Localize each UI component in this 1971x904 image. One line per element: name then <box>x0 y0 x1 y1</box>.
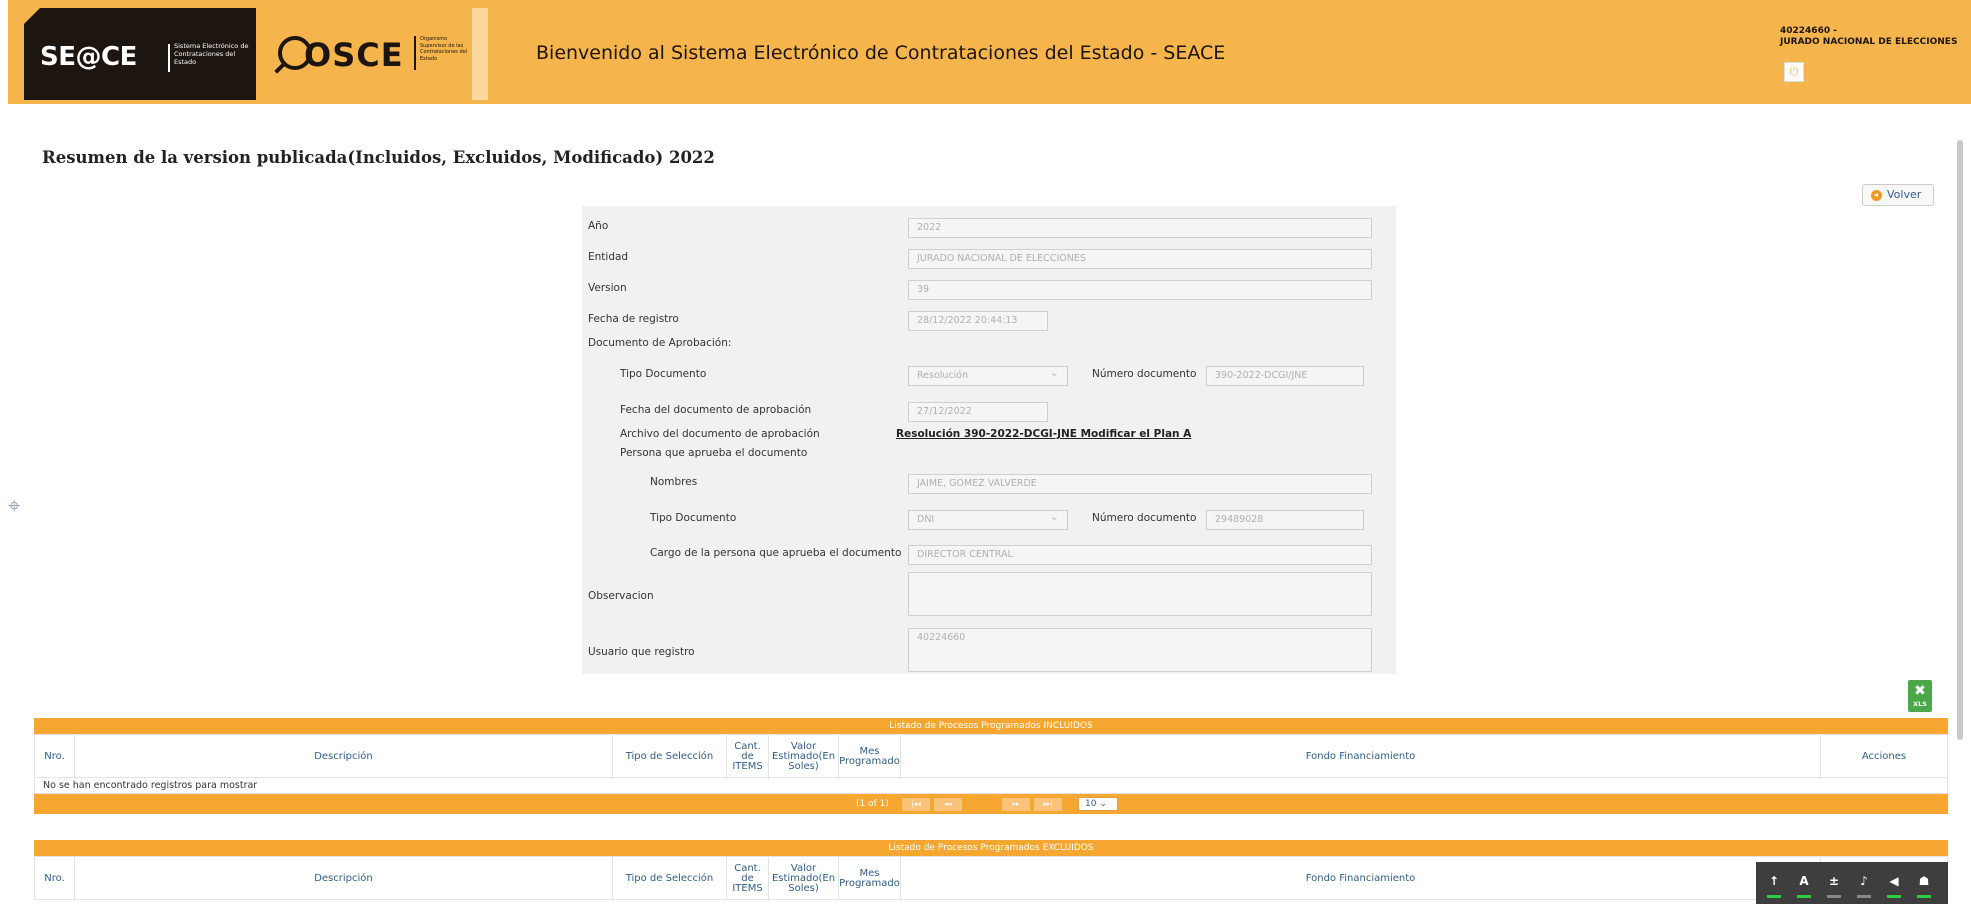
tipo-doc-label: Tipo Documento <box>620 368 707 380</box>
first-page-button[interactable]: |◂◂ <box>902 798 930 811</box>
prev-page-button[interactable]: ◂◂ <box>934 798 962 811</box>
fecha-registro-field[interactable]: 28/12/2022 20:44:13 <box>908 311 1048 331</box>
num-doc-label: Número documento <box>1092 368 1197 380</box>
text-size-down-glyph: ± <box>1828 874 1840 888</box>
col-fondo[interactable]: Fondo Financiamiento <box>901 857 1821 901</box>
usuario-label: Usuario que registro <box>588 646 695 658</box>
side-scroll-indicator: ⌖ <box>8 494 21 519</box>
incluidos-table: Listado de Procesos Programados INCLUIDO… <box>34 718 1948 814</box>
persona-num-doc-field[interactable]: 29489028 <box>1206 510 1364 530</box>
version-field[interactable]: 39 <box>908 280 1372 300</box>
rows-per-page-value: 10 <box>1085 799 1097 809</box>
version-label: Version <box>588 282 627 294</box>
xls-label: XLS <box>1913 700 1927 708</box>
col-descripcion[interactable]: Descripción <box>75 735 613 779</box>
seace-subtitle: Sistema Electrónico de Contrataciones de… <box>174 42 249 66</box>
fecha-registro-label: Fecha de registro <box>588 313 679 325</box>
col-valor-estimado[interactable]: Valor Estimado(En Soles) <box>769 857 839 901</box>
cargo-label: Cargo de la persona que aprueba el docum… <box>650 547 902 559</box>
persona-num-doc-label: Número documento <box>1092 512 1197 524</box>
volver-label: Volver <box>1887 188 1922 201</box>
incluidos-caption: Listado de Procesos Programados INCLUIDO… <box>34 718 1948 734</box>
next-page-button[interactable]: ▸▸ <box>1002 798 1030 811</box>
col-descripcion[interactable]: Descripción <box>75 857 613 901</box>
anio-field[interactable]: 2022 <box>908 218 1372 238</box>
vertical-scrollbar[interactable] <box>1957 140 1963 740</box>
col-tipo-seleccion[interactable]: Tipo de Selección <box>613 735 727 779</box>
observacion-textarea[interactable] <box>908 572 1372 616</box>
persona-tipo-doc-label: Tipo Documento <box>650 512 737 524</box>
col-tipo-seleccion[interactable]: Tipo de Selección <box>613 857 727 901</box>
entidad-label: Entidad <box>588 251 629 263</box>
osce-brand: OSCE <box>304 36 404 74</box>
archivo-link[interactable]: Resolución 390-2022-DCGI-JNE Modificar e… <box>896 428 1191 440</box>
col-cant-items[interactable]: Cant. de ITEMS <box>727 735 769 779</box>
page-info: (1 of 1) <box>856 799 889 809</box>
incluidos-paginator: (1 of 1) |◂◂ ◂◂ ▸▸ ▸▸| 10 ⌄ <box>34 794 1948 814</box>
num-doc-field[interactable]: 390-2022-DCGI/JNE <box>1206 366 1364 386</box>
seace-logo[interactable]: SE@CE Sistema Electrónico de Contratacio… <box>24 8 256 100</box>
col-nro[interactable]: Nro. <box>35 735 75 779</box>
user-info: 40224660 - JURADO NACIONAL DE ELECCIONES <box>1780 26 1957 48</box>
col-nro[interactable]: Nro. <box>35 857 75 901</box>
osce-logo[interactable]: OSCE Organismo Supervisor de las Contrat… <box>256 8 488 100</box>
last-page-button[interactable]: ▸▸| <box>1034 798 1062 811</box>
tipo-doc-select[interactable]: Resolución <box>908 366 1068 386</box>
excluidos-caption: Listado de Procesos Programados EXCLUIDO… <box>34 840 1948 856</box>
empty-message: No se han encontrado registros para most… <box>34 778 1948 794</box>
user-id: 40224660 - <box>1780 26 1837 36</box>
col-acciones[interactable]: Acciones <box>1821 735 1947 779</box>
speaker-icon[interactable]: ◀ <box>1882 868 1906 898</box>
nombres-field[interactable]: JAIME, GOMEZ VALVERDE <box>908 474 1372 494</box>
col-valor-estimado[interactable]: Valor Estimado(En Soles) <box>769 735 839 779</box>
persona-label: Persona que aprueba el documento <box>620 447 808 459</box>
archivo-label: Archivo del documento de aprobación <box>620 428 820 440</box>
accessibility-toolbar: ↑ A ± ♪ ◀ ☗ <box>1756 862 1948 904</box>
fecha-doc-field[interactable]: 27/12/2022 <box>908 402 1048 422</box>
incluidos-header-row: Nro. Descripción Tipo de Selección Cant.… <box>34 734 1948 779</box>
excluidos-header-row: Nro. Descripción Tipo de Selección Cant.… <box>34 856 1948 901</box>
header-bar: SE@CE Sistema Electrónico de Contratacio… <box>8 0 1971 104</box>
back-arrow-icon <box>1871 190 1882 201</box>
excluidos-table: Listado de Procesos Programados EXCLUIDO… <box>34 840 1948 901</box>
text-size-down-icon[interactable]: ± <box>1822 868 1846 898</box>
nombres-label: Nombres <box>650 476 698 488</box>
col-mes-programado[interactable]: Mes Programado <box>839 735 901 779</box>
seace-brand: SE@CE <box>40 42 137 72</box>
persona-tipo-doc-select[interactable]: DNI <box>908 510 1068 530</box>
font-glyph: A <box>1799 874 1809 888</box>
text-size-up-glyph: ↑ <box>1768 874 1780 888</box>
page-title: Resumen de la version publicada(Incluido… <box>42 148 715 167</box>
doc-aprobacion-label: Documento de Aprobación: <box>588 337 732 349</box>
xls-export-icon[interactable]: ✖ XLS <box>1908 680 1932 712</box>
welcome-title: Bienvenido al Sistema Electrónico de Con… <box>536 42 1226 64</box>
usuario-textarea[interactable]: 40224660 <box>908 628 1372 672</box>
entidad-field[interactable]: JURADO NACIONAL DE ELECCIONES <box>908 249 1372 269</box>
cargo-field[interactable]: DIRECTOR CENTRAL <box>908 545 1372 565</box>
fecha-doc-label: Fecha del documento de aprobación <box>620 404 812 416</box>
user-entity: JURADO NACIONAL DE ELECCIONES <box>1780 37 1958 47</box>
observacion-label: Observacion <box>588 590 654 602</box>
osce-subtitle: Organismo Supervisor de las Contratacion… <box>420 36 468 62</box>
col-fondo[interactable]: Fondo Financiamiento <box>901 735 1821 779</box>
accessibility-icon[interactable]: ☗ <box>1912 868 1936 898</box>
volver-button[interactable]: Volver <box>1862 184 1934 206</box>
anio-label: Año <box>588 220 609 232</box>
col-mes-programado[interactable]: Mes Programado <box>839 857 901 901</box>
rows-per-page-select[interactable]: 10 ⌄ <box>1078 797 1118 811</box>
text-size-up-icon[interactable]: ↑ <box>1762 868 1786 898</box>
col-cant-items[interactable]: Cant. de ITEMS <box>727 857 769 901</box>
voice-icon[interactable]: ♪ <box>1852 868 1876 898</box>
font-icon[interactable]: A <box>1792 868 1816 898</box>
power-icon[interactable]: ⏻ <box>1784 62 1804 82</box>
